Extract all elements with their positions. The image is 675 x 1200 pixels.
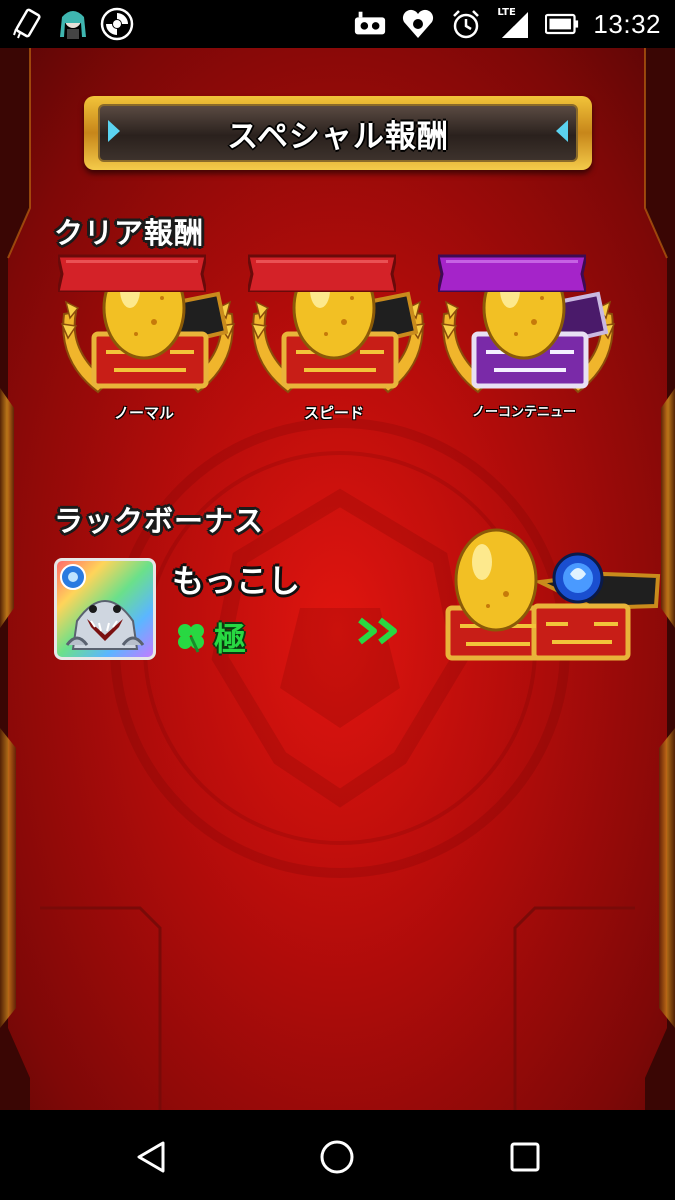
page-title: スペシャル報酬 [227, 118, 449, 155]
signal-icon: LTE [497, 7, 531, 41]
double-chevron-right-icon [358, 617, 397, 645]
reward-item-speed[interactable]: スピード [248, 252, 428, 452]
luck-bonus-heading: ラックボーナス [54, 504, 265, 538]
app-icon [100, 7, 134, 41]
banner-arrow-right-icon [556, 120, 568, 142]
heart-app-icon [401, 7, 435, 41]
ribbon-normal [58, 254, 206, 292]
reward-label: スピード [303, 404, 364, 422]
monster-icon [60, 564, 145, 650]
avatar-icon [56, 7, 90, 41]
clock: 13:32 [593, 8, 661, 39]
monster-avatar[interactable] [54, 558, 156, 660]
reward-item-no-continue[interactable]: ノーコンテニュー [438, 252, 618, 452]
back-button[interactable] [128, 1134, 174, 1180]
banner-arrow-left-icon [108, 120, 120, 142]
alarm-icon [449, 7, 483, 41]
back-icon [137, 1141, 165, 1173]
bonus-reward-egg-orb-icon [445, 528, 661, 661]
ribbon-speed [248, 254, 396, 292]
reward-label: ノーマル [113, 404, 174, 422]
title-banner: スペシャル報酬 [84, 96, 592, 170]
recents-icon [510, 1142, 540, 1172]
home-button[interactable] [314, 1134, 360, 1180]
monster-name: もっこし [172, 562, 301, 600]
luck-status: 極 [174, 614, 246, 660]
recents-button[interactable] [502, 1134, 548, 1180]
vr-icon [353, 7, 387, 41]
luck-level: 極 [214, 620, 247, 658]
status-bar: LTE 13:32 [0, 0, 675, 48]
clover-icon [178, 624, 204, 653]
navigation-bar [0, 1110, 675, 1200]
reward-item-normal[interactable]: ノーマル [58, 252, 238, 452]
network-label: LTE [497, 7, 516, 18]
home-icon [320, 1140, 354, 1174]
reward-label: ノーコンテニュー [471, 405, 576, 420]
battery-icon [545, 7, 579, 41]
rotate-icon [12, 7, 46, 41]
reward-screen: スペシャル報酬 クリア報酬 ノーマル スピード ノーコンテニュー ラックボーナス… [0, 48, 675, 1110]
ribbon-no-continue [438, 254, 586, 292]
clear-rewards-heading: クリア報酬 [54, 216, 205, 250]
